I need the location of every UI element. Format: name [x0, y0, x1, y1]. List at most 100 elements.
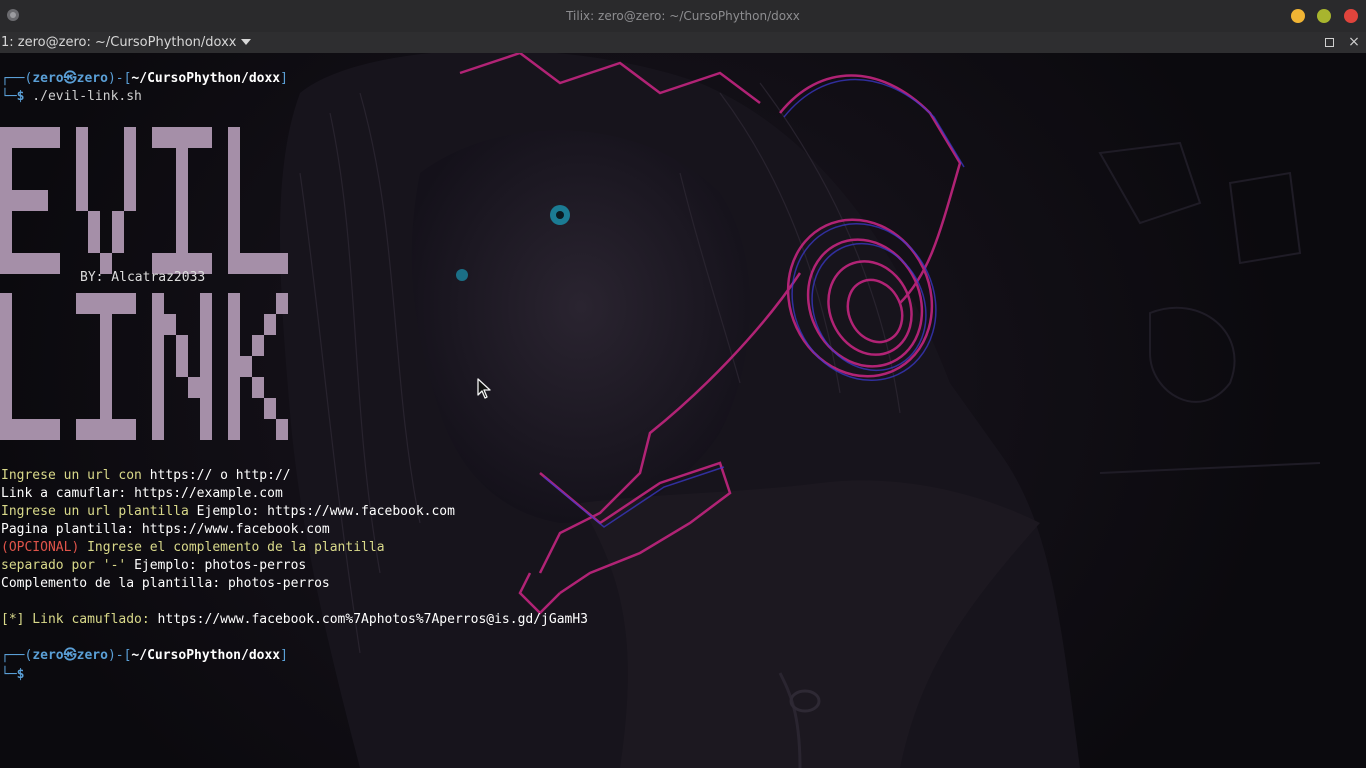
banner-block — [228, 335, 240, 356]
session-menu-chevron-icon[interactable] — [241, 39, 251, 45]
banner-block — [12, 419, 24, 440]
terminal-window: Tilix: zero@zero: ~/CursoPhython/doxx 1:… — [0, 0, 1366, 768]
prompt-user: zero㉿zero — [32, 71, 108, 86]
prompt-frame: ┌──( — [1, 71, 33, 86]
output-label: Ingrese el complemento de la plantilla — [79, 540, 385, 555]
output-label: Ingrese un url con — [1, 468, 150, 483]
banner-block — [228, 211, 240, 232]
close-icon[interactable] — [1344, 9, 1358, 23]
output-value: Ejemplo: https://www.facebook.com — [196, 504, 455, 519]
output-line-result: [*] Link camuflado: https://www.facebook… — [1, 611, 588, 629]
output-label: Pagina plantilla: — [1, 522, 142, 537]
banner-block — [76, 293, 88, 314]
banner-block — [0, 253, 12, 274]
banner-block — [76, 190, 88, 211]
banner-block — [100, 293, 112, 314]
banner-block — [152, 127, 164, 148]
output-value: photos-perros — [227, 576, 330, 591]
banner-block — [152, 419, 164, 440]
output-value: https:// o http:// — [149, 468, 291, 483]
banner-block — [264, 314, 276, 335]
banner-block — [76, 127, 88, 148]
banner-block — [112, 211, 124, 232]
banner-block — [36, 127, 48, 148]
prompt-path: ~/CursoPhython/doxx — [131, 71, 281, 86]
output-value: https://www.facebook.com — [141, 522, 330, 537]
banner-block — [88, 419, 100, 440]
banner-block — [88, 211, 100, 232]
banner-block — [0, 335, 12, 356]
banner-block — [264, 398, 276, 419]
banner-word-evil — [0, 127, 288, 274]
banner-block — [100, 398, 112, 419]
banner-block — [252, 377, 264, 398]
banner-block — [240, 253, 252, 274]
banner-block — [176, 190, 188, 211]
banner-block — [124, 127, 136, 148]
banner-block — [188, 127, 200, 148]
banner-block — [124, 419, 136, 440]
prompt-frame: ┌──( — [1, 648, 33, 663]
prompt-frame: ] — [280, 648, 288, 663]
terminal-area[interactable]: ┌──(zero㉿zero)-[~/CursoPhython/doxx] └─$… — [0, 53, 1366, 768]
banner-block — [124, 293, 136, 314]
banner-block — [264, 253, 276, 274]
prompt-path: ~/CursoPhython/doxx — [131, 648, 281, 663]
banner-block — [276, 419, 288, 440]
output-line: Ingrese un url con https:// o http:// — [1, 467, 291, 485]
prompt-frame: )-[ — [107, 71, 132, 86]
banner-block — [200, 356, 212, 377]
banner-block — [24, 419, 36, 440]
banner-block — [164, 127, 176, 148]
banner-block — [24, 127, 36, 148]
banner-block — [176, 148, 188, 169]
output-label: [*] Link camuflado: — [1, 612, 158, 627]
banner-block — [124, 169, 136, 190]
banner-block — [200, 335, 212, 356]
banner-block — [100, 335, 112, 356]
banner-block — [112, 419, 124, 440]
banner-block — [188, 377, 200, 398]
banner-block — [152, 314, 164, 335]
minimize-icon[interactable] — [1291, 9, 1305, 23]
banner-block — [200, 377, 212, 398]
typed-command: ./evil-link.sh — [24, 89, 142, 104]
title-bar[interactable]: Tilix: zero@zero: ~/CursoPhython/doxx — [0, 0, 1366, 32]
banner-block — [200, 419, 212, 440]
banner-block — [276, 293, 288, 314]
banner-block — [152, 398, 164, 419]
banner-block — [12, 127, 24, 148]
banner-block — [228, 190, 240, 211]
command-line-2[interactable]: └─$ — [1, 665, 36, 683]
maximize-icon[interactable] — [1317, 9, 1331, 23]
prompt-frame: ] — [280, 71, 288, 86]
terminal-close-icon[interactable]: × — [1348, 33, 1360, 51]
banner-block — [100, 356, 112, 377]
command-line-1: └─$ ./evil-link.sh — [1, 88, 142, 106]
banner-block — [24, 253, 36, 274]
output-label: separado por '-' — [1, 558, 135, 573]
banner-block — [228, 293, 240, 314]
banner-block — [100, 419, 112, 440]
banner-block — [200, 127, 212, 148]
prompt-frame: └─ — [1, 667, 17, 682]
output-label: Link a camuflar: — [1, 486, 135, 501]
prompt-frame: └─ — [1, 89, 17, 104]
banner-block — [100, 377, 112, 398]
camouflaged-link[interactable]: https://www.facebook.com%7Aphotos%7Aperr… — [158, 612, 588, 627]
banner-block — [228, 253, 240, 274]
banner-block — [252, 253, 264, 274]
session-title[interactable]: 1: zero@zero: ~/CursoPhython/doxx — [1, 32, 237, 53]
banner-block — [0, 190, 12, 211]
banner-block — [176, 356, 188, 377]
output-value: Ejemplo: photos-perros — [134, 558, 307, 573]
banner-block — [36, 253, 48, 274]
terminal-maximize-icon[interactable] — [1325, 38, 1334, 47]
banner-block — [152, 335, 164, 356]
output-value: https://example.com — [134, 486, 283, 501]
banner-word-link — [0, 293, 288, 440]
banner-block — [112, 232, 124, 253]
banner-block — [228, 127, 240, 148]
banner-block — [24, 190, 36, 211]
prompt-line-2: ┌──(zero㉿zero)-[~/CursoPhython/doxx] — [1, 647, 288, 665]
